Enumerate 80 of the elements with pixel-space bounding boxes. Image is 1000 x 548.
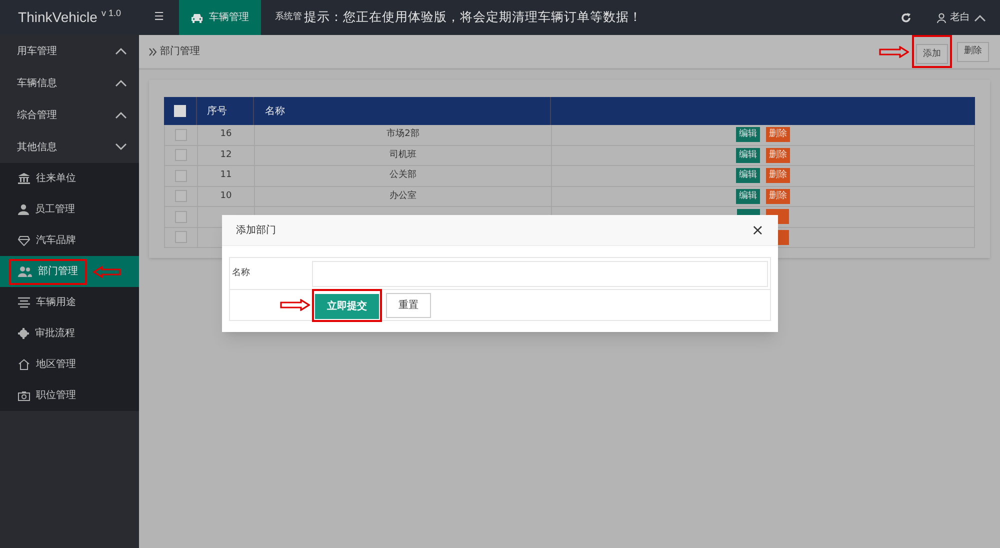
- checkbox[interactable]: [175, 210, 187, 223]
- menu-item[interactable]: 审批流程: [0, 318, 139, 349]
- menu-item[interactable]: 部门管理: [0, 256, 139, 287]
- menu-item-label[interactable]: 汽车品牌: [36, 233, 76, 248]
- user-icon: [18, 204, 29, 215]
- menu-item[interactable]: 员工管理: [0, 194, 139, 225]
- table-cell-text: 公关部: [390, 169, 416, 182]
- camera-icon: [18, 390, 30, 400]
- refresh-icon[interactable]: [901, 12, 911, 22]
- bank-icon: [18, 173, 30, 184]
- arrow-icon: [280, 299, 310, 311]
- version-label: v 1.0: [101, 7, 121, 20]
- menu-item-label[interactable]: 往来单位: [36, 171, 76, 186]
- menu-group[interactable]: 其他信息: [0, 131, 139, 163]
- home-icon: [18, 359, 30, 370]
- checkbox[interactable]: [175, 190, 187, 202]
- checkbox[interactable]: [175, 149, 187, 162]
- menu-item[interactable]: 车辆用途: [0, 287, 139, 318]
- arrow-icon: [879, 46, 909, 58]
- close-button[interactable]: ×: [751, 222, 764, 238]
- menu-item[interactable]: 汽车品牌: [0, 225, 139, 256]
- menu-group-label[interactable]: 车辆信息: [17, 76, 57, 90]
- menu-group-label[interactable]: 综合管理: [17, 108, 57, 122]
- table-cell-text: 16: [220, 128, 232, 141]
- menu-group-label[interactable]: 用车管理: [17, 44, 57, 58]
- user-name[interactable]: 老白: [950, 10, 970, 25]
- menu-item-label[interactable]: 审批流程: [35, 326, 75, 341]
- field-label: 名称: [231, 266, 251, 280]
- edit-button[interactable]: 编辑: [736, 148, 760, 163]
- user-icon: [937, 12, 946, 22]
- menu-group[interactable]: 综合管理: [0, 99, 139, 131]
- checkbox[interactable]: [175, 128, 187, 141]
- chevron-icon: [115, 79, 127, 87]
- menu-group[interactable]: 车辆信息: [0, 67, 139, 99]
- nav-tab[interactable]: 车辆管理: [179, 0, 261, 35]
- chevron-icon: [115, 47, 127, 55]
- menu-toggle[interactable]: ☰: [139, 0, 179, 35]
- add-button[interactable]: 添加: [916, 44, 948, 64]
- arrow-icon: [93, 266, 121, 278]
- menu-item-label[interactable]: 员工管理: [35, 202, 75, 217]
- menu-item-label[interactable]: 部门管理: [38, 264, 78, 279]
- chevron-icon: [974, 14, 986, 22]
- menu-item[interactable]: 地区管理: [0, 349, 139, 380]
- edit-button[interactable]: 编辑: [736, 188, 760, 204]
- table-cell-text: 12: [220, 148, 232, 162]
- checkbox[interactable]: [175, 231, 187, 244]
- reset-button[interactable]: 重置: [386, 292, 431, 318]
- users-icon: [18, 266, 32, 277]
- menu-item-label[interactable]: 车辆用途: [36, 295, 76, 310]
- edit-button[interactable]: 编辑: [736, 127, 760, 142]
- menu-item[interactable]: 往来单位: [0, 163, 139, 194]
- menu-item-label[interactable]: 职位管理: [36, 388, 76, 403]
- chevron-icon: [115, 143, 127, 151]
- breadcrumb: 部门管理: [160, 44, 200, 59]
- puzzle-icon: [18, 328, 29, 339]
- menu-group-label[interactable]: 其他信息: [17, 140, 57, 154]
- list-icon: [18, 297, 30, 308]
- table-cell-text: 市场2部: [386, 128, 420, 141]
- column-header: 名称: [265, 104, 285, 118]
- notice-text: 提示：您正在使用体验版，将会定期清理车辆订单等数据！: [304, 8, 642, 26]
- nav-tab-label[interactable]: 系统管: [275, 10, 302, 24]
- dialog-title: 添加部门: [236, 224, 276, 238]
- table-cell-text: 11: [220, 169, 232, 182]
- menu-item-label[interactable]: 地区管理: [36, 357, 76, 372]
- name-field[interactable]: [312, 260, 768, 286]
- breadcrumb-icon: [149, 48, 157, 56]
- app-logo: ThinkVehicle: [18, 8, 98, 27]
- column-header: 序号: [207, 104, 227, 118]
- menu-item[interactable]: 职位管理: [0, 380, 139, 411]
- edit-button[interactable]: 编辑: [736, 168, 760, 184]
- checkbox[interactable]: [175, 170, 187, 182]
- table-cell-text: 司机班: [390, 148, 416, 162]
- chevron-icon: [115, 111, 127, 119]
- car-icon: [191, 12, 203, 22]
- delete-button[interactable]: 删除: [957, 42, 989, 62]
- menu-group[interactable]: 用车管理: [0, 35, 139, 67]
- table-cell-text: 办公室: [390, 190, 416, 202]
- table-cell-text: 10: [220, 190, 232, 202]
- diamond-icon: [18, 236, 30, 246]
- checkbox[interactable]: [174, 105, 186, 117]
